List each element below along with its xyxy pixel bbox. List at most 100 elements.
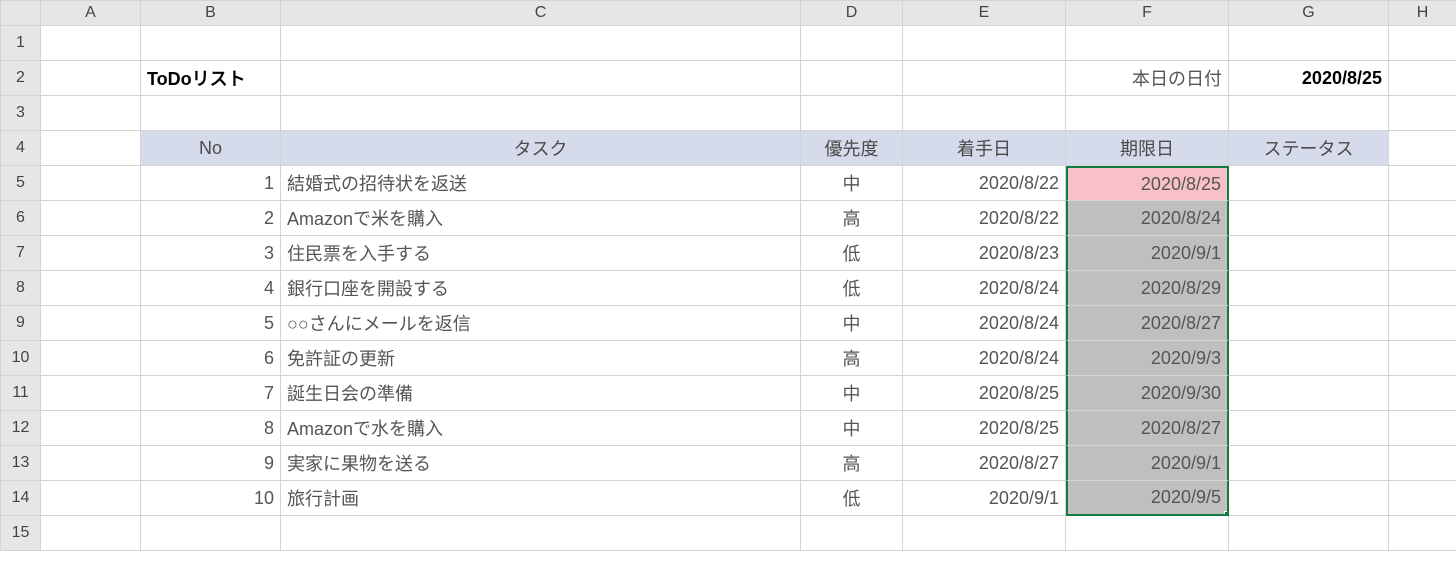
cell-start-7[interactable]: 2020/8/23 — [903, 236, 1066, 271]
col-header-H[interactable]: H — [1389, 1, 1456, 26]
cell-status-9[interactable] — [1229, 306, 1389, 341]
cell-H7[interactable] — [1389, 236, 1456, 271]
cell-start-12[interactable]: 2020/8/25 — [903, 411, 1066, 446]
row-header-3[interactable]: 3 — [1, 96, 41, 131]
cell-H13[interactable] — [1389, 446, 1456, 481]
cell-C3[interactable] — [281, 96, 801, 131]
cell-deadline-11[interactable]: 2020/9/30 — [1066, 376, 1229, 411]
cell-no-7[interactable]: 3 — [141, 236, 281, 271]
cell-deadline-13[interactable]: 2020/9/1 — [1066, 446, 1229, 481]
cell-start-11[interactable]: 2020/8/25 — [903, 376, 1066, 411]
cell-start-5[interactable]: 2020/8/22 — [903, 166, 1066, 201]
row-header-11[interactable]: 11 — [1, 376, 41, 411]
cell-priority-13[interactable]: 高 — [801, 446, 903, 481]
cell-B1[interactable] — [141, 26, 281, 61]
cell-task-13[interactable]: 実家に果物を送る — [281, 446, 801, 481]
cell-deadline-6[interactable]: 2020/8/24 — [1066, 201, 1229, 236]
cell-B3[interactable] — [141, 96, 281, 131]
cell-task-10[interactable]: 免許証の更新 — [281, 341, 801, 376]
cell-A15[interactable] — [41, 516, 141, 551]
cell-C2[interactable] — [281, 61, 801, 96]
cell-title[interactable]: ToDoリスト — [141, 61, 281, 96]
row-header-14[interactable]: 14 — [1, 481, 41, 516]
cell-status-14[interactable] — [1229, 481, 1389, 516]
cell-A2[interactable] — [41, 61, 141, 96]
cell-E3[interactable] — [903, 96, 1066, 131]
cell-start-14[interactable]: 2020/9/1 — [903, 481, 1066, 516]
cell-no-14[interactable]: 10 — [141, 481, 281, 516]
cell-no-11[interactable]: 7 — [141, 376, 281, 411]
col-header-F[interactable]: F — [1066, 1, 1229, 26]
cell-priority-9[interactable]: 中 — [801, 306, 903, 341]
col-header-D[interactable]: D — [801, 1, 903, 26]
row-header-10[interactable]: 10 — [1, 341, 41, 376]
cell-A5[interactable] — [41, 166, 141, 201]
cell-no-9[interactable]: 5 — [141, 306, 281, 341]
cell-A4[interactable] — [41, 131, 141, 166]
cell-H14[interactable] — [1389, 481, 1456, 516]
cell-D3[interactable] — [801, 96, 903, 131]
cell-H9[interactable] — [1389, 306, 1456, 341]
header-task[interactable]: タスク — [281, 131, 801, 166]
cell-task-9[interactable]: ○○さんにメールを返信 — [281, 306, 801, 341]
cell-deadline-14[interactable]: 2020/9/5 — [1066, 481, 1229, 516]
cell-A9[interactable] — [41, 306, 141, 341]
cell-deadline-9[interactable]: 2020/8/27 — [1066, 306, 1229, 341]
row-header-12[interactable]: 12 — [1, 411, 41, 446]
cell-H6[interactable] — [1389, 201, 1456, 236]
cell-priority-7[interactable]: 低 — [801, 236, 903, 271]
cell-start-10[interactable]: 2020/8/24 — [903, 341, 1066, 376]
cell-H2[interactable] — [1389, 61, 1456, 96]
cell-D15[interactable] — [801, 516, 903, 551]
col-header-G[interactable]: G — [1229, 1, 1389, 26]
cell-A6[interactable] — [41, 201, 141, 236]
row-header-4[interactable]: 4 — [1, 131, 41, 166]
cell-F3[interactable] — [1066, 96, 1229, 131]
cell-priority-12[interactable]: 中 — [801, 411, 903, 446]
cell-no-6[interactable]: 2 — [141, 201, 281, 236]
row-header-2[interactable]: 2 — [1, 61, 41, 96]
cell-B15[interactable] — [141, 516, 281, 551]
cell-F15[interactable] — [1066, 516, 1229, 551]
header-priority[interactable]: 優先度 — [801, 131, 903, 166]
cell-E1[interactable] — [903, 26, 1066, 61]
cell-H12[interactable] — [1389, 411, 1456, 446]
header-start[interactable]: 着手日 — [903, 131, 1066, 166]
cell-H4[interactable] — [1389, 131, 1456, 166]
cell-start-8[interactable]: 2020/8/24 — [903, 271, 1066, 306]
cell-D2[interactable] — [801, 61, 903, 96]
cell-E15[interactable] — [903, 516, 1066, 551]
cell-D1[interactable] — [801, 26, 903, 61]
cell-priority-6[interactable]: 高 — [801, 201, 903, 236]
cell-priority-14[interactable]: 低 — [801, 481, 903, 516]
cell-priority-11[interactable]: 中 — [801, 376, 903, 411]
cell-H8[interactable] — [1389, 271, 1456, 306]
cell-E2[interactable] — [903, 61, 1066, 96]
cell-status-6[interactable] — [1229, 201, 1389, 236]
corner-cell[interactable] — [1, 1, 41, 26]
cell-status-8[interactable] — [1229, 271, 1389, 306]
row-header-6[interactable]: 6 — [1, 201, 41, 236]
cell-H3[interactable] — [1389, 96, 1456, 131]
cell-C15[interactable] — [281, 516, 801, 551]
cell-status-11[interactable] — [1229, 376, 1389, 411]
header-status[interactable]: ステータス — [1229, 131, 1389, 166]
cell-no-10[interactable]: 6 — [141, 341, 281, 376]
row-header-5[interactable]: 5 — [1, 166, 41, 201]
cell-F1[interactable] — [1066, 26, 1229, 61]
cell-status-10[interactable] — [1229, 341, 1389, 376]
cell-G3[interactable] — [1229, 96, 1389, 131]
cell-priority-8[interactable]: 低 — [801, 271, 903, 306]
cell-A7[interactable] — [41, 236, 141, 271]
col-header-A[interactable]: A — [41, 1, 141, 26]
cell-A14[interactable] — [41, 481, 141, 516]
cell-deadline-12[interactable]: 2020/8/27 — [1066, 411, 1229, 446]
cell-deadline-5[interactable]: 2020/8/25 — [1066, 166, 1229, 201]
cell-start-13[interactable]: 2020/8/27 — [903, 446, 1066, 481]
cell-no-8[interactable]: 4 — [141, 271, 281, 306]
col-header-E[interactable]: E — [903, 1, 1066, 26]
cell-status-12[interactable] — [1229, 411, 1389, 446]
row-header-9[interactable]: 9 — [1, 306, 41, 341]
cell-no-12[interactable]: 8 — [141, 411, 281, 446]
cell-A11[interactable] — [41, 376, 141, 411]
